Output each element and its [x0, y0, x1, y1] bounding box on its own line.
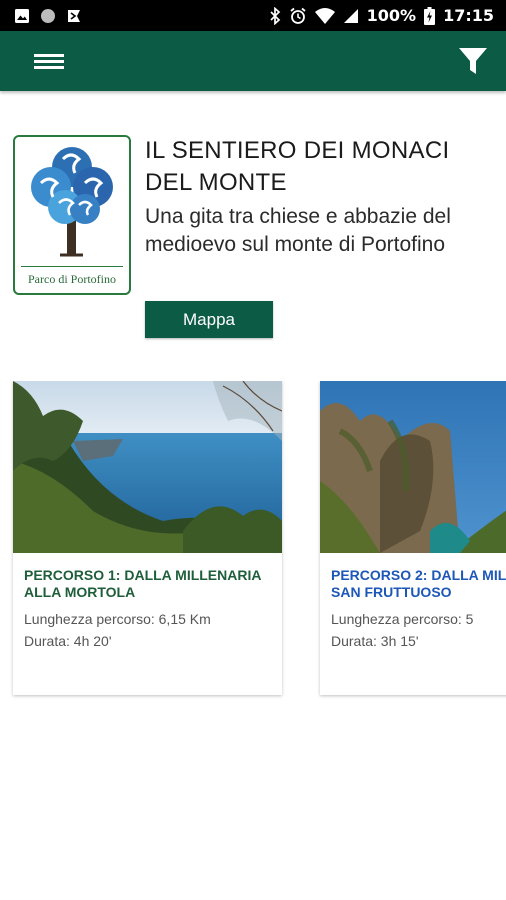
route-card-1-title-line1: PERCORSO 1: DALLA MILLENARIA [24, 567, 262, 583]
status-right-icons: 100% 17:15 [269, 6, 494, 25]
route-card-2-title: PERCORSO 2: DALLA MILLENARIA A SAN FRUTT… [331, 567, 506, 601]
route-card-1-body: PERCORSO 1: DALLA MILLENARIA ALLA MORTOL… [13, 553, 282, 651]
route-subtitle: Una gita tra chiese e abbazie del medioe… [145, 205, 451, 256]
flag-notification-icon [66, 8, 84, 24]
menu-icon[interactable] [34, 51, 64, 71]
bluetooth-icon [269, 6, 281, 25]
logo-caption: Parco di Portofino [28, 272, 116, 286]
alarm-icon [289, 7, 307, 25]
battery-charging-icon [424, 6, 436, 25]
route-card-2-body: PERCORSO 2: DALLA MILLENARIA A SAN FRUTT… [320, 553, 506, 651]
route-card-2[interactable]: PERCORSO 2: DALLA MILLENARIA A SAN FRUTT… [320, 381, 506, 695]
logo-divider [21, 266, 123, 267]
route-1-photo [13, 381, 282, 553]
route-card-1[interactable]: PERCORSO 1: DALLA MILLENARIA ALLA MORTOL… [13, 381, 282, 695]
route-header: Parco di Portofino IL SENTIERO DEI MONAC… [0, 91, 506, 361]
route-card-2-title-line2: SAN FRUTTUOSO [331, 584, 452, 600]
route-card-2-length: Lunghezza percorso: 5 [331, 611, 474, 627]
route-title: IL SENTIERO DEI MONACI DEL MONTE [145, 137, 450, 196]
route-card-2-duration: Durata: 3h 15' [331, 633, 419, 649]
app-bar [0, 31, 506, 91]
route-card-2-title-line1: PERCORSO 2: DALLA MILLENARIA A [331, 567, 506, 583]
filter-icon[interactable] [458, 46, 488, 76]
routes-carousel[interactable]: PERCORSO 1: DALLA MILLENARIA ALLA MORTOL… [0, 381, 506, 701]
gallery-notification-icon [14, 8, 30, 24]
circle-notification-icon [40, 8, 56, 24]
status-bar: 100% 17:15 [0, 0, 506, 31]
park-logo: Parco di Portofino [13, 135, 131, 295]
battery-percent: 100% [366, 6, 417, 25]
route-2-photo [320, 381, 506, 553]
wifi-icon [314, 7, 335, 24]
route-card-1-duration: Durata: 4h 20' [24, 633, 112, 649]
signal-icon [343, 8, 359, 24]
tree-logo-icon [31, 147, 113, 257]
route-card-1-title-line2: ALLA MORTOLA [24, 584, 136, 600]
status-left-icons [14, 8, 84, 24]
route-card-1-length: Lunghezza percorso: 6,15 Km [24, 611, 211, 627]
route-card-1-title: PERCORSO 1: DALLA MILLENARIA ALLA MORTOL… [24, 567, 271, 601]
map-button[interactable]: Mappa [145, 301, 273, 338]
status-time: 17:15 [443, 6, 494, 25]
